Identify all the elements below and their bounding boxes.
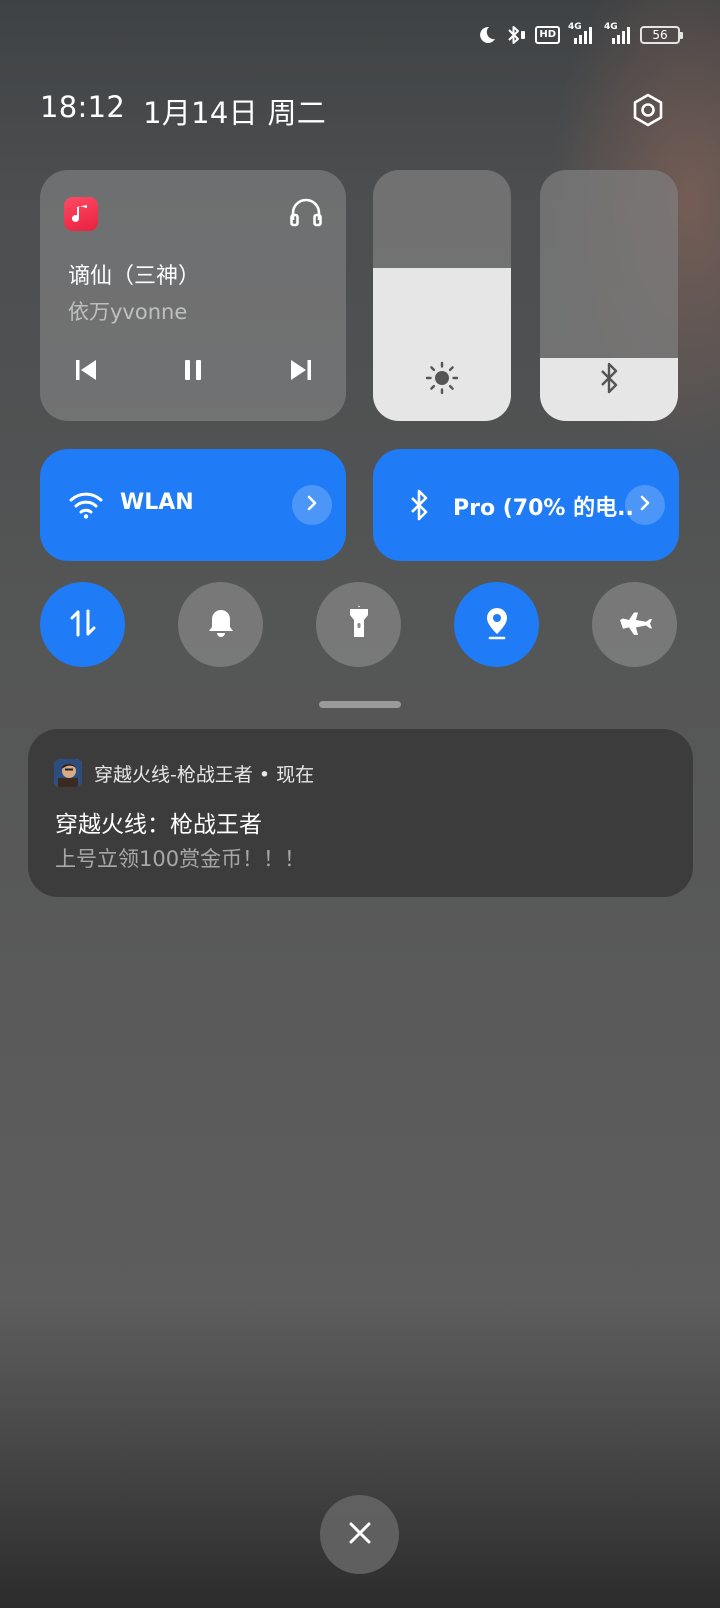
flashlight-toggle[interactable]: [316, 582, 401, 667]
skip-next-icon: [288, 358, 314, 386]
panel-drag-handle[interactable]: [319, 701, 401, 708]
status-icons: HD 4G 4G 56: [477, 20, 683, 50]
data-arrows-icon: [68, 607, 98, 643]
music-note-icon: [64, 197, 98, 231]
song-title: 谪仙（三神）: [68, 264, 201, 289]
wifi-icon: [66, 485, 106, 525]
bell-icon: [206, 607, 236, 643]
pause-icon: [181, 358, 205, 386]
status-bar: HD 4G 4G 56: [0, 0, 720, 70]
notification-app-name: 穿越火线-枪战王者 • 现在: [94, 764, 315, 786]
pause-button[interactable]: [171, 350, 215, 394]
brightness-slider[interactable]: [373, 170, 511, 421]
bluetooth-volume-slider[interactable]: [540, 170, 678, 421]
notification-body: 上号立领100赏金币！！！: [55, 847, 306, 871]
moon-icon: [477, 25, 497, 45]
battery-level: 56: [652, 28, 668, 42]
bluetooth-icon: [540, 361, 678, 395]
bluetooth-vibrate-icon: [505, 25, 527, 45]
hd-label: HD: [539, 29, 556, 40]
notification-card[interactable]: 穿越火线-枪战王者 • 现在 穿越火线：枪战王者 上号立领100赏金币！！！: [28, 729, 693, 897]
network-type-label: 4G: [568, 22, 582, 32]
settings-button[interactable]: [628, 92, 668, 132]
game-app-icon: [54, 759, 82, 787]
gear-icon: [630, 92, 666, 132]
location-pin-icon: [482, 606, 512, 644]
song-artist: 依万yvonne: [68, 300, 188, 324]
chevron-right-icon: [638, 494, 652, 516]
next-track-button[interactable]: [279, 350, 323, 394]
media-player-card[interactable]: 谪仙（三神） 依万yvonne: [40, 170, 346, 421]
sun-icon: [373, 361, 511, 395]
signal-icon: 4G: [568, 22, 594, 45]
location-toggle[interactable]: [454, 582, 539, 667]
ringer-toggle[interactable]: [178, 582, 263, 667]
headphones-icon: [289, 196, 323, 232]
battery-icon: 56: [640, 26, 683, 44]
date-time: 18:12 1月14日 周二: [40, 90, 326, 132]
signal-icon: 4G: [602, 22, 632, 45]
chevron-right-icon: [305, 494, 319, 516]
brightness-level-fill: [373, 267, 511, 421]
airplane-icon: [618, 608, 652, 642]
network-type-label: 4G: [604, 22, 618, 32]
bluetooth-icon: [399, 485, 439, 525]
clock-time: 18:12: [40, 90, 126, 124]
flashlight-icon: [346, 602, 372, 644]
hd-voice-icon: HD: [535, 26, 560, 44]
bluetooth-details-button[interactable]: [625, 485, 665, 525]
notification-title: 穿越火线：枪战王者: [55, 812, 262, 838]
previous-track-button[interactable]: [64, 350, 108, 394]
bluetooth-tile[interactable]: Pro (70% 的电..: [373, 449, 679, 561]
wlan-label: WLAN: [120, 490, 194, 515]
skip-previous-icon: [73, 358, 99, 386]
close-icon: [346, 1519, 374, 1551]
bluetooth-device-label: Pro (70% 的电..: [453, 496, 634, 521]
wlan-tile[interactable]: WLAN: [40, 449, 346, 561]
airplane-mode-toggle[interactable]: [592, 582, 677, 667]
mobile-data-toggle[interactable]: [40, 582, 125, 667]
audio-output-button[interactable]: [286, 194, 326, 234]
wlan-details-button[interactable]: [292, 485, 332, 525]
clear-all-button[interactable]: [320, 1495, 399, 1574]
date-label: 1月14日 周二: [143, 96, 327, 130]
